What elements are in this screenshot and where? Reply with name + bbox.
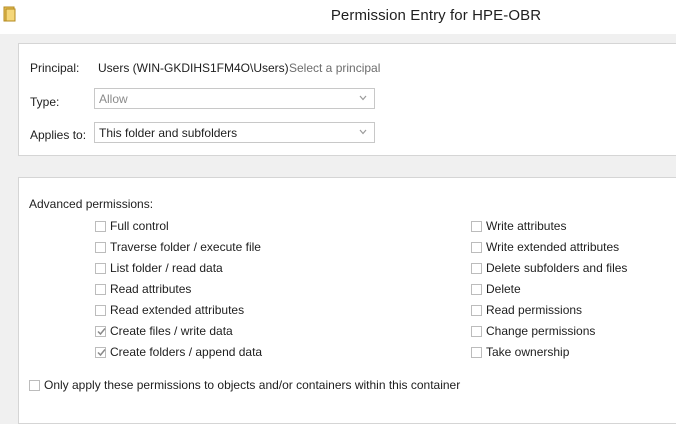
checkbox[interactable] (471, 283, 482, 295)
principal-section: Principal: Users (WIN-GKDIHS1FM4O\Users)… (18, 43, 676, 156)
permission-delete[interactable]: Delete (471, 281, 521, 297)
advanced-permissions-heading: Advanced permissions: (29, 197, 154, 211)
title-bar: Permission Entry for HPE-OBR (0, 0, 676, 34)
permission-label: Delete subfolders and files (486, 261, 628, 275)
applies-to-dropdown[interactable]: This folder and subfolders (94, 122, 375, 143)
checkbox[interactable] (95, 283, 106, 295)
checkbox-checked[interactable] (95, 325, 106, 337)
permission-read-attributes[interactable]: Read attributes (95, 281, 191, 297)
permission-delete-subfolders-and-files[interactable]: Delete subfolders and files (471, 260, 627, 276)
checkbox[interactable] (95, 304, 106, 316)
folder-icon (3, 6, 16, 22)
permission-label: Change permissions (486, 324, 596, 338)
checkbox[interactable] (471, 304, 482, 316)
permission-label: Traverse folder / execute file (110, 240, 261, 254)
only-apply-label: Only apply these permissions to objects … (44, 378, 461, 392)
permission-label: Delete (486, 282, 521, 296)
permission-label: Take ownership (486, 345, 570, 359)
principal-label: Principal: (30, 61, 80, 75)
type-label: Type: (30, 95, 60, 109)
select-principal-link[interactable]: Select a principal (289, 61, 380, 75)
permission-create-folders-append-data[interactable]: Create folders / append data (95, 344, 262, 360)
type-value: Allow (99, 92, 128, 106)
permission-label: Read extended attributes (110, 303, 245, 317)
chevron-down-icon (359, 129, 367, 135)
window-title: Permission Entry for HPE-OBR (330, 7, 542, 24)
checkbox-checked[interactable] (95, 346, 106, 358)
permission-traverse-folder-execute-file[interactable]: Traverse folder / execute file (95, 239, 261, 255)
chevron-down-icon (359, 95, 367, 101)
permission-label: Write attributes (486, 219, 567, 233)
principal-value: Users (WIN-GKDIHS1FM4O\Users) (98, 61, 289, 75)
permission-label: Read attributes (110, 282, 192, 296)
applies-to-value: This folder and subfolders (99, 126, 238, 140)
checkbox[interactable] (95, 220, 106, 232)
permission-create-files-write-data[interactable]: Create files / write data (95, 323, 233, 339)
permission-take-ownership[interactable]: Take ownership (471, 344, 569, 360)
permission-label: Read permissions (486, 303, 583, 317)
permission-label: Full control (110, 219, 169, 233)
checkbox[interactable] (471, 241, 482, 253)
permission-read-extended-attributes[interactable]: Read extended attributes (95, 302, 244, 318)
checkbox[interactable] (95, 241, 106, 253)
checkbox[interactable] (95, 262, 106, 274)
applies-to-label: Applies to: (30, 128, 87, 142)
permission-change-permissions[interactable]: Change permissions (471, 323, 595, 339)
permission-label: Create files / write data (110, 324, 233, 338)
advanced-permissions-section: Advanced permissions: Full control Traver… (18, 177, 676, 424)
permission-full-control[interactable]: Full control (95, 218, 169, 234)
permission-label: Create folders / append data (110, 345, 263, 359)
permission-list-folder-read-data[interactable]: List folder / read data (95, 260, 223, 276)
checkbox[interactable] (29, 379, 40, 391)
checkbox[interactable] (471, 325, 482, 337)
checkbox[interactable] (471, 262, 482, 274)
permission-read-permissions[interactable]: Read permissions (471, 302, 582, 318)
permission-label: List folder / read data (110, 261, 223, 275)
only-apply-checkbox[interactable]: Only apply these permissions to objects … (29, 377, 460, 393)
permission-write-attributes[interactable]: Write attributes (471, 218, 566, 234)
type-dropdown[interactable]: Allow (94, 88, 375, 109)
permission-write-extended-attributes[interactable]: Write extended attributes (471, 239, 619, 255)
checkbox[interactable] (471, 220, 482, 232)
checkbox[interactable] (471, 346, 482, 358)
permission-label: Write extended attributes (486, 240, 620, 254)
